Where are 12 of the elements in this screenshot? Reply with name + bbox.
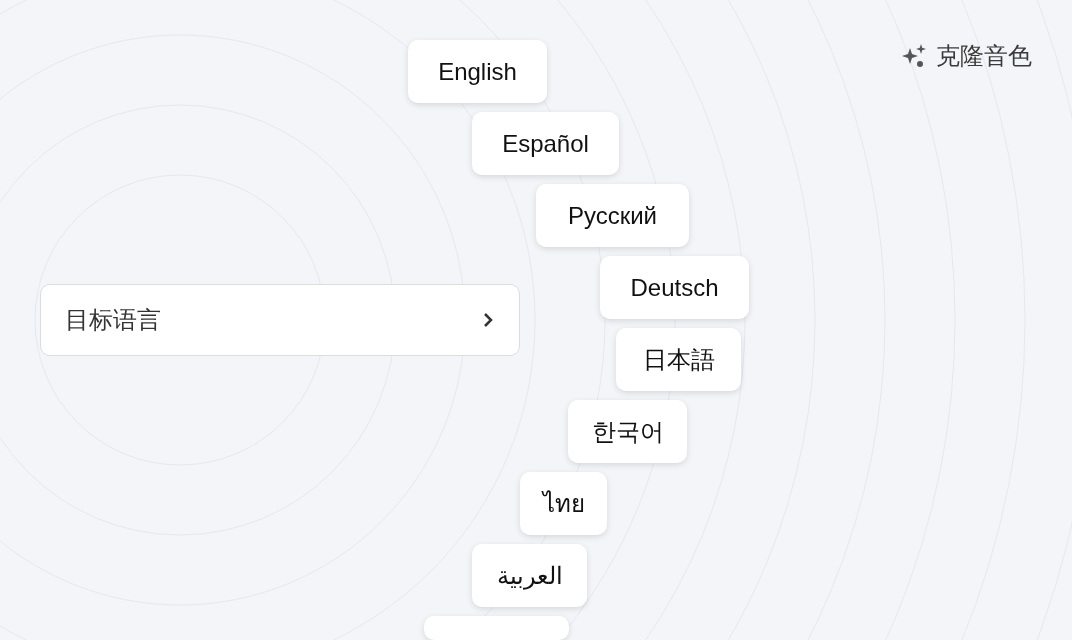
- clone-voice-button[interactable]: 克隆音色: [900, 38, 1032, 74]
- language-chip[interactable]: Deutsch: [600, 256, 749, 319]
- language-chip[interactable]: Русский: [536, 184, 689, 247]
- language-chip[interactable]: 한국어: [568, 400, 687, 463]
- language-chip[interactable]: ไทย: [520, 472, 607, 535]
- chevron-right-icon: [481, 311, 495, 329]
- language-chip[interactable]: English: [408, 40, 547, 103]
- language-chip[interactable]: 日本語: [616, 328, 741, 391]
- language-chip[interactable]: [424, 616, 569, 640]
- language-chip[interactable]: العربية: [472, 544, 587, 607]
- target-language-selector[interactable]: 目标语言: [40, 284, 520, 356]
- language-chip[interactable]: Español: [472, 112, 619, 175]
